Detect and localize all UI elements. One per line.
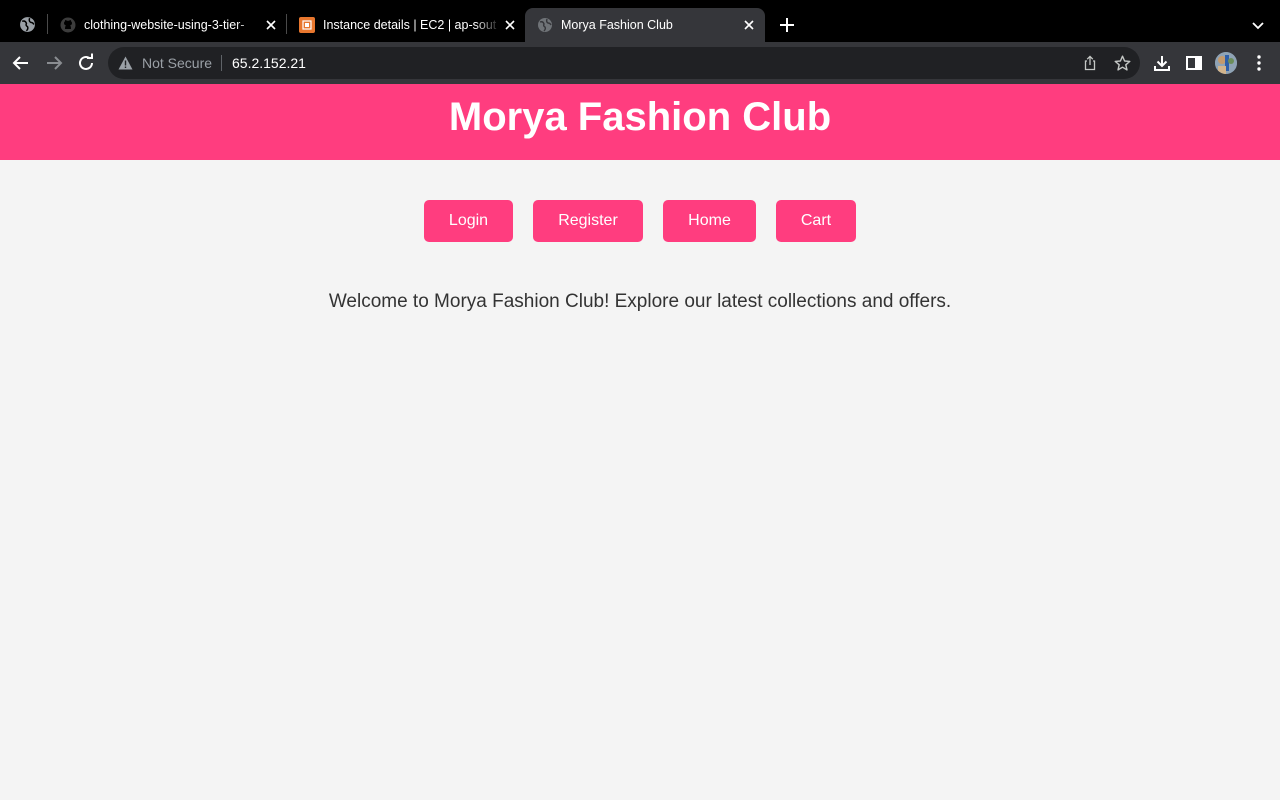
tab-title: Instance details | EC2 | ap-sout	[323, 18, 497, 32]
close-icon[interactable]	[264, 18, 278, 32]
download-icon[interactable]	[1152, 53, 1172, 73]
security-status[interactable]: Not Secure	[142, 55, 212, 71]
github-icon	[60, 17, 76, 33]
tab-morya-fashion-club[interactable]: Morya Fashion Club	[525, 8, 765, 42]
browser-toolbar: Not Secure 65.2.152.21	[0, 42, 1280, 84]
main-nav: Login Register Home Cart	[0, 200, 1280, 242]
address-bar[interactable]: Not Secure 65.2.152.21	[108, 47, 1140, 79]
register-button[interactable]: Register	[533, 200, 643, 242]
new-tab-icon[interactable]	[778, 16, 796, 34]
tab-title: clothing-website-using-3-tier-	[84, 18, 245, 32]
tab-ec2[interactable]: Instance details | EC2 | ap-sout	[287, 8, 525, 42]
welcome-message: Welcome to Morya Fashion Club! Explore o…	[328, 291, 952, 312]
login-button[interactable]: Login	[424, 200, 513, 242]
reload-icon[interactable]	[76, 53, 96, 73]
aws-ec2-icon	[299, 17, 315, 33]
close-icon[interactable]	[503, 18, 517, 32]
omnibox-divider	[221, 55, 222, 71]
globe-icon[interactable]	[19, 16, 36, 33]
share-icon[interactable]	[1082, 55, 1098, 71]
close-icon[interactable]	[742, 18, 756, 32]
url-text[interactable]: 65.2.152.21	[232, 55, 306, 71]
kebab-menu-icon[interactable]	[1251, 53, 1267, 73]
side-panel-icon[interactable]	[1184, 53, 1204, 73]
tab-github[interactable]: clothing-website-using-3-tier-	[48, 8, 286, 42]
profile-avatar[interactable]	[1215, 52, 1237, 74]
site-header: Morya Fashion Club	[0, 84, 1280, 160]
home-button[interactable]: Home	[663, 200, 756, 242]
avatar-image	[1215, 52, 1237, 74]
back-arrow-icon[interactable]	[11, 53, 31, 73]
site-title: Morya Fashion Club	[448, 95, 832, 139]
tab-strip: clothing-website-using-3-tier- Instance …	[0, 0, 1280, 42]
globe-icon	[538, 18, 552, 32]
bookmark-star-icon[interactable]	[1114, 55, 1131, 72]
forward-arrow-icon[interactable]	[44, 53, 64, 73]
warning-triangle-icon[interactable]	[118, 56, 133, 70]
chevron-down-icon[interactable]	[1250, 17, 1266, 33]
cart-button[interactable]: Cart	[776, 200, 856, 242]
tab-title: Morya Fashion Club	[561, 18, 673, 32]
